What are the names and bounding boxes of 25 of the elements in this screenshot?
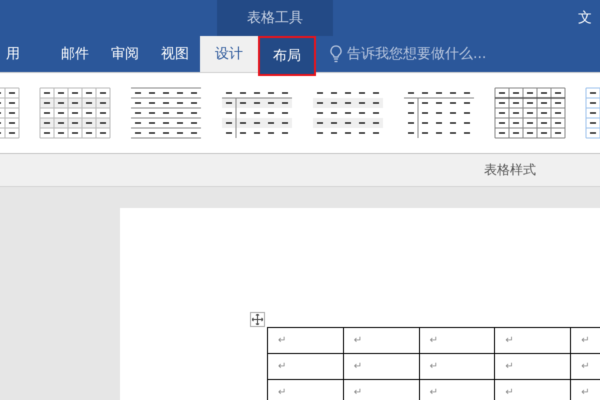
table-cell: ↵ [570, 328, 600, 354]
table-cell: ↵ [494, 328, 571, 354]
ribbon-tab[interactable]: 布局 [258, 36, 316, 76]
ribbon-tab[interactable]: 审阅 [100, 36, 150, 72]
table-cell: ↵ [268, 380, 344, 400]
ribbon-tab[interactable]: 邮件 [50, 36, 100, 72]
lightbulb-icon [330, 45, 342, 63]
group-label: 表格样式 [484, 162, 536, 179]
table-cell: ↵ [494, 354, 571, 380]
table-style-thumbnail[interactable] [130, 86, 202, 140]
table-style-thumbnail[interactable] [494, 86, 566, 140]
contextual-group-title: 表格工具 [217, 0, 333, 36]
table-cell: ↵ [268, 354, 344, 380]
table-cell: ↵ [268, 328, 344, 354]
document-title: 文 [578, 9, 593, 28]
table-style-thumbnail[interactable] [39, 86, 111, 140]
table-cell: ↵ [419, 328, 495, 354]
tell-me-field[interactable]: 告诉我您想要做什么... [347, 45, 486, 63]
ribbon-tab[interactable]: 用 [0, 36, 38, 72]
table-cell: ↵ [419, 354, 495, 380]
ribbon-tab[interactable]: 设计 [200, 36, 258, 72]
table-cell: ↵ [343, 328, 420, 354]
ribbon-tab[interactable]: 视图 [150, 36, 200, 72]
table-cell: ↵ [343, 354, 420, 380]
move-handle-icon[interactable] [250, 312, 265, 327]
